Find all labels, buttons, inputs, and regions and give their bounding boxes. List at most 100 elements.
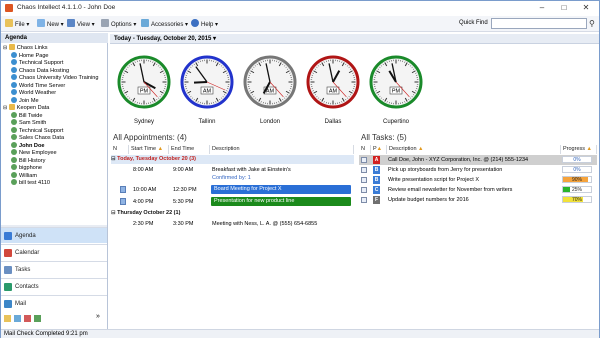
accessories-label: Accessories: [151, 22, 184, 28]
help-label: Help: [201, 22, 214, 28]
sort-asc-icon: ▲: [586, 146, 592, 152]
task-row[interactable]: F Update budget numbers for 2016 70%: [359, 195, 597, 205]
appointment-confirmed: Confirmed by: 1: [212, 175, 251, 181]
appt-col-desc[interactable]: Description: [210, 145, 354, 154]
clock-sydney: PM: [117, 55, 171, 109]
appointment-row[interactable]: 2:30 PM 3:30 PM Meeting with Ness, L. A. @…: [111, 219, 354, 229]
sidebar-item-label: Sales Chaos Data: [19, 135, 65, 141]
view-menu[interactable]: View ▾: [67, 19, 95, 29]
file-menu[interactable]: File ▾: [5, 19, 29, 29]
clock-city-label: Sydney: [133, 119, 154, 125]
sidebar-item-label: Sam Smith: [19, 120, 47, 126]
task-row[interactable]: B Pick up storyboards from Jerry for pres…: [359, 165, 597, 175]
globe-icon: [11, 81, 17, 88]
appointment-group[interactable]: ⊟ Today, Tuesday October 20 (3): [111, 155, 354, 164]
appointment-end: 9:00 AM: [173, 167, 194, 173]
sidebar-item-label: William: [19, 172, 38, 179]
help-menu[interactable]: Help ▾: [191, 19, 218, 29]
nav-calendar-button[interactable]: Calendar: [1, 244, 107, 260]
appt-col-end[interactable]: End Time: [169, 145, 210, 154]
collapse-icon[interactable]: ⊟: [111, 210, 116, 216]
task-col-description[interactable]: Description ▲: [387, 145, 561, 154]
task-col-progress[interactable]: Progress ▲: [561, 145, 597, 154]
appt-col-start[interactable]: Start Time ▲: [129, 145, 169, 154]
sidebar-item-label: Chaos Data Hosting: [19, 67, 70, 74]
priority-badge: F: [373, 196, 380, 204]
globe-icon: [11, 74, 17, 80]
collapse-icon[interactable]: ⊟: [3, 105, 7, 111]
mini-folder-icon[interactable]: [4, 315, 11, 322]
appointment-end: 3:30 PM: [173, 221, 194, 227]
task-col-description-label: Description: [389, 146, 417, 152]
options-icon: [101, 19, 109, 27]
folder-icon: [8, 104, 15, 110]
quick-find-input[interactable]: [491, 18, 587, 29]
nav-overflow-icon[interactable]: »: [96, 313, 100, 320]
sidebar-item[interactable]: bill test 4110: [11, 179, 50, 187]
close-button[interactable]: ✕: [575, 1, 597, 14]
appointment-group[interactable]: ⊟ Thursday October 22 (1): [111, 209, 354, 218]
appointment-description: Presentation for new product line: [211, 197, 351, 206]
new-menu[interactable]: New ▾: [37, 19, 64, 29]
options-menu[interactable]: Options ▾: [101, 19, 136, 29]
globe-icon: [11, 66, 17, 73]
task-row[interactable]: C Review email newsletter for November fr…: [359, 185, 597, 195]
nav-mail-button[interactable]: Mail: [1, 295, 107, 311]
priority-badge: C: [373, 186, 380, 194]
nav-tasks-button[interactable]: Tasks: [1, 261, 107, 277]
nav-contacts-button[interactable]: Contacts: [1, 278, 107, 294]
globe-icon: [11, 96, 17, 103]
day-header-text: Today - Tuesday, October 20, 2015: [114, 36, 212, 42]
appointments-title: All Appointments: (4): [113, 133, 187, 142]
priority-badge: B: [373, 176, 380, 184]
nav-label: Tasks: [15, 267, 31, 273]
task-icon: [361, 177, 367, 183]
nav-agenda-button[interactable]: Agenda: [1, 227, 107, 243]
collapse-icon[interactable]: ⊟: [3, 45, 7, 51]
globe-icon: [11, 51, 17, 58]
appointment-icon: [120, 186, 126, 193]
appt-col-n[interactable]: N: [111, 145, 129, 154]
nav-label: Calendar: [15, 250, 40, 256]
sidebar-item-label: Technical Support: [19, 60, 64, 66]
accessories-menu[interactable]: Accessories ▾: [141, 19, 188, 29]
clock-tallinn: AM: [180, 55, 234, 109]
task-row[interactable]: A Call Doe, John - XYZ Corporation, Inc. …: [359, 155, 597, 165]
progress-bar: 90%: [562, 176, 592, 183]
appointment-row[interactable]: 10:00 AM 12:30 PM Board Meeting for Projec…: [111, 185, 354, 195]
task-col-n[interactable]: N: [359, 145, 371, 154]
progress-text: 25%: [571, 187, 582, 193]
appointment-row[interactable]: 4:00 PM 5:30 PM Presentation for new produ…: [111, 197, 354, 207]
clock-london: AM: [243, 55, 297, 109]
mini-calendar-icon[interactable]: [14, 315, 21, 322]
clock-cupertino: PM: [369, 55, 423, 109]
contact-icon: [11, 111, 17, 118]
options-label: Options: [111, 22, 132, 28]
contact-icon: [11, 171, 17, 178]
maximize-button[interactable]: □: [553, 1, 575, 14]
task-row[interactable]: B Write presentation script for Project X…: [359, 175, 597, 185]
sort-asc-icon: ▲: [376, 146, 383, 152]
sidebar-item-label: Technical Support: [19, 127, 64, 134]
priority-badge: B: [373, 166, 380, 174]
tasks-title-label: All Tasks:: [361, 133, 395, 142]
sidebar-item-label: Join Me: [19, 97, 39, 104]
app-window: Chaos Intellect 4.1.1.0 - John Doe – □ ✕…: [0, 0, 600, 338]
nav-label: Contacts: [15, 284, 39, 290]
clock-city-label: Cupertino: [382, 119, 409, 125]
progress-text: 90%: [571, 177, 582, 183]
search-icon[interactable]: ⚲: [589, 18, 599, 29]
appointment-row[interactable]: 8:00 AM 9:00 AM Breakfast with Jake at Ein…: [111, 165, 354, 181]
ampm-text: PM: [140, 89, 149, 95]
mini-tool-icon[interactable]: [24, 315, 31, 322]
task-description: Call Doe, John - XYZ Corporation, Inc. @…: [388, 157, 529, 163]
task-col-priority[interactable]: P▲: [371, 145, 387, 154]
progress-bar: 0%: [562, 166, 592, 173]
globe-icon: [11, 89, 17, 95]
mini-notes-icon[interactable]: [34, 315, 41, 322]
appointments-count: (4): [177, 133, 187, 142]
minimize-button[interactable]: –: [531, 1, 553, 14]
globe-icon: [11, 59, 17, 65]
contact-icon: [11, 179, 17, 185]
collapse-icon[interactable]: ⊟: [111, 156, 116, 162]
